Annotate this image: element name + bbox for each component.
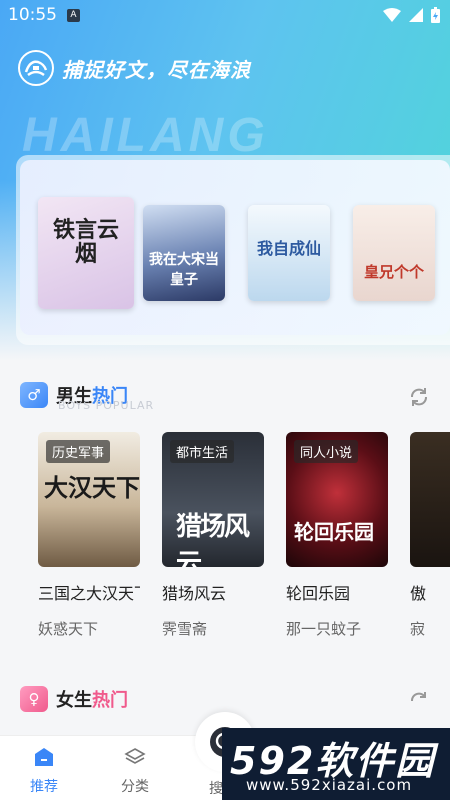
banner-cover-3[interactable]: 我自成仙 xyxy=(248,205,330,301)
cover-text: 轮回乐园 xyxy=(294,520,374,544)
badge-url: www.592xiazai.com xyxy=(246,776,413,794)
nav-category-label: 分类 xyxy=(121,779,149,795)
nav-recommend[interactable]: 推荐 xyxy=(14,746,74,796)
boys-section-subtitle: BOYS POPULAR xyxy=(58,399,155,412)
refresh-icon[interactable] xyxy=(408,690,430,712)
book-cover xyxy=(410,432,450,567)
cover-text: 大汉天下 xyxy=(44,474,140,502)
book-title: 三国之大汉天下 xyxy=(38,584,140,603)
girls-section-header: ♀ 女生热门 xyxy=(20,686,128,712)
layers-icon xyxy=(124,748,146,764)
book-tag: 历史军事 xyxy=(46,440,111,463)
site-watermark-badge: 592软件园 www.592xiazai.com xyxy=(222,728,450,800)
logo-icon xyxy=(18,50,54,86)
banner-cover-1[interactable]: 铁言云烟 xyxy=(38,197,134,309)
girls-section-title: 女生热门 xyxy=(56,686,128,712)
nav-search-label: 搜 xyxy=(209,781,223,797)
banner-cover-4[interactable]: 皇兄个个 xyxy=(353,205,435,301)
notification-icon: A xyxy=(67,9,80,22)
book-tag: 同人小说 xyxy=(294,440,359,463)
male-icon: ♂ xyxy=(20,382,48,408)
cover-text: 猎场风云 xyxy=(176,512,250,567)
wifi-icon xyxy=(383,8,401,22)
cover-title: 皇兄个个 xyxy=(363,263,424,281)
slogan-text: 捕捉好文，尽在海浪 xyxy=(62,57,251,82)
book-card[interactable]: 都市生活 猎场风云 猎场风云 霁雪斋 xyxy=(162,432,264,639)
cover-title: 我自成仙 xyxy=(256,239,321,258)
battery-icon xyxy=(431,7,440,23)
header-slogan: 捕捉好文，尽在海浪 xyxy=(18,50,251,86)
book-author: 妖惑天下 xyxy=(38,620,99,638)
banner-cover-2[interactable]: 我在大宋当皇子 xyxy=(143,205,225,301)
status-bar: 10:55 A xyxy=(0,0,450,30)
book-author: 那一只蚊子 xyxy=(286,620,362,638)
book-card[interactable]: 同人小说 轮回乐园 轮回乐园 那一只蚊子 xyxy=(286,432,388,639)
book-author: 霁雪斋 xyxy=(162,620,208,638)
signal-icon xyxy=(409,8,423,22)
book-card[interactable]: 历史军事 大汉天下 三国之大汉天下 妖惑天下 xyxy=(38,432,140,639)
female-icon: ♀ xyxy=(20,686,48,712)
book-cover: 都市生活 猎场风云 xyxy=(162,432,264,567)
title-accent: 热门 xyxy=(92,690,128,711)
home-icon xyxy=(35,748,53,766)
nav-category[interactable]: 分类 xyxy=(105,746,165,796)
title-plain: 女生 xyxy=(56,690,92,711)
nav-recommend-label: 推荐 xyxy=(30,779,58,795)
book-title: 猎场风云 xyxy=(162,584,227,603)
status-icons xyxy=(383,7,440,23)
status-time: 10:55 xyxy=(8,5,57,25)
book-title: 傲 xyxy=(410,584,427,603)
refresh-icon[interactable] xyxy=(408,386,430,408)
book-cover: 同人小说 轮回乐园 xyxy=(286,432,388,567)
book-cover: 历史军事 大汉天下 xyxy=(38,432,140,567)
book-tag: 都市生活 xyxy=(170,440,235,463)
book-card[interactable]: 傲 寂 xyxy=(410,432,450,639)
cover-title: 我在大宋当皇子 xyxy=(149,252,219,288)
book-author: 寂 xyxy=(410,620,426,638)
book-title: 轮回乐园 xyxy=(286,584,351,603)
cover-title: 铁言云烟 xyxy=(52,218,119,268)
